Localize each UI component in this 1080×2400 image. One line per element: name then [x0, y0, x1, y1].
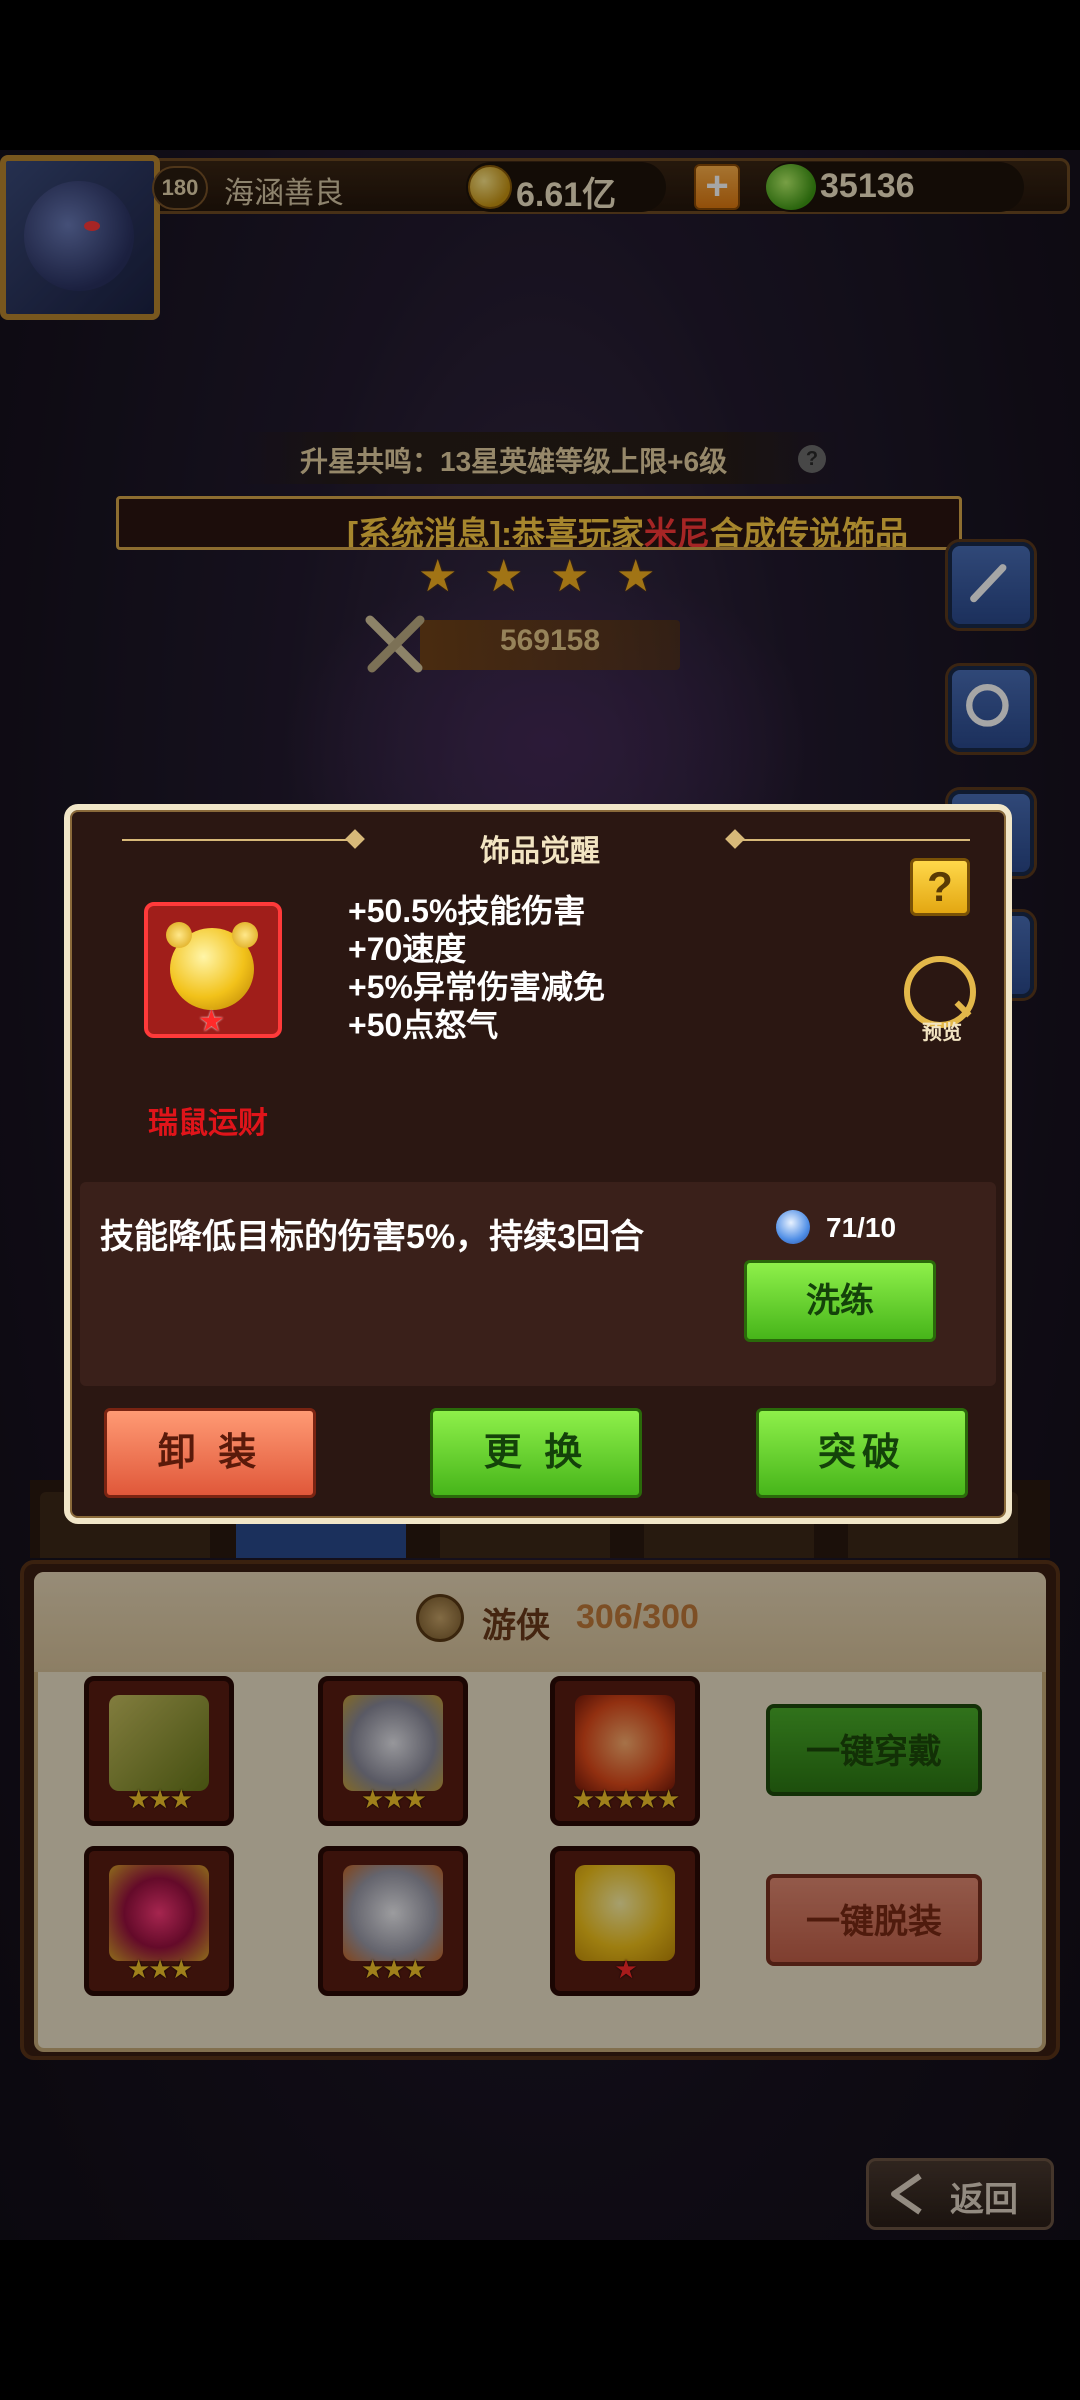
stat-line: +50点怒气	[348, 1007, 499, 1043]
help-button[interactable]: ?	[910, 858, 970, 916]
unequip-button[interactable]: 卸 装	[104, 1408, 316, 1498]
golden-mouse-icon	[166, 922, 258, 1010]
item-star-icon: ★	[198, 1005, 225, 1038]
refine-stone-count: 71/10	[826, 1212, 897, 1243]
refine-button[interactable]: 洗练	[744, 1260, 936, 1342]
preview-label: 预览	[922, 1022, 962, 1044]
item-name: 瑞鼠运财	[148, 1107, 268, 1140]
replace-button[interactable]: 更 换	[430, 1408, 642, 1498]
skill-description: 技能降低目标的伤害5%，持续3回合	[100, 1218, 645, 1256]
breakthrough-button[interactable]: 突破	[756, 1408, 968, 1498]
